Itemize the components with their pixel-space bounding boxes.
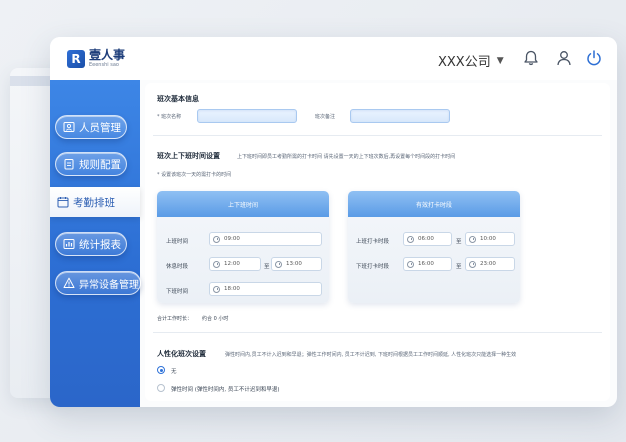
user-icon[interactable] [555, 49, 573, 67]
sidebar-item-personnel[interactable]: 人员管理 [55, 115, 127, 139]
option-flex-radio[interactable] [157, 384, 165, 392]
clock-icon [469, 235, 476, 243]
shift-name-label: * 班次名称 [157, 114, 182, 120]
main-content: 班次基本信息 * 班次名称 班次备注 班次上下班时间设置 上下班时间即员工考勤所… [145, 83, 610, 401]
clock-icon [213, 285, 220, 293]
time-setting-subtitle: * 设置该班次一天的需打卡的时间 [157, 172, 232, 178]
sidebar-item-device-exceptions[interactable]: 异常设备管理 [55, 271, 141, 295]
break-end-input[interactable]: 13:00 [271, 257, 322, 271]
humane-description: 弹性时间内,员工不计入迟到和早退；弹性工作时间内, 员工不计迟到, 下班时间根据… [225, 352, 517, 358]
bell-icon[interactable] [522, 49, 540, 67]
section-title-time: 班次上下班时间设置 [157, 152, 220, 160]
clock-in-window-label: 上班打卡时段 [356, 239, 390, 245]
punch-window-card: 有效打卡时段 上班打卡时段 06:00 至 10:00 下班打卡时段 16:00… [348, 191, 520, 303]
clock-icon [213, 235, 220, 243]
range-separator: 至 [456, 239, 462, 245]
break-period-label: 休息时段 [166, 264, 189, 270]
clock-in-start-input[interactable]: 06:00 [403, 232, 452, 246]
logo-mark: R [67, 49, 85, 68]
sidebar-item-label: 异常设备管理 [79, 279, 139, 291]
sidebar: 人员管理 规则配置 考勤排班 统计报表 异常设备管理 [50, 80, 141, 407]
clipboard-icon [64, 159, 74, 170]
range-separator: 至 [456, 264, 462, 270]
range-separator: 至 [264, 264, 270, 270]
end-time-input[interactable]: 18:00 [209, 282, 322, 296]
start-time-input[interactable]: 09:00 [209, 232, 322, 246]
card-header: 上下班时间 [157, 191, 329, 217]
shift-note-input[interactable] [350, 109, 450, 123]
shift-name-input[interactable] [197, 109, 297, 123]
clock-out-window-label: 下班打卡时段 [356, 264, 390, 270]
person-card-icon [63, 122, 75, 132]
divider [153, 332, 602, 333]
option-none-label: 无 [171, 369, 177, 375]
clock-icon [275, 260, 282, 268]
app-window: R 壹人事 Eeenshi sao XXX公司 ▼ 人员管理 规则配置 考勤排班… [50, 37, 617, 407]
clock-icon [213, 260, 220, 268]
break-start-input[interactable]: 12:00 [209, 257, 261, 271]
clock-icon [407, 235, 414, 243]
total-hours-label: 合计工作时长： [157, 316, 193, 322]
chevron-down-icon: ▼ [496, 55, 504, 66]
clock-out-end-input[interactable]: 23:00 [465, 257, 515, 271]
sidebar-item-label: 统计报表 [79, 238, 121, 251]
shift-note-label: 班次备注 [315, 114, 336, 120]
top-header: R 壹人事 Eeenshi sao XXX公司 ▼ [50, 37, 617, 80]
company-name: XXX公司 [438, 55, 491, 70]
sidebar-item-reports[interactable]: 统计报表 [55, 232, 127, 256]
calendar-icon [57, 197, 69, 208]
option-none-radio[interactable] [157, 366, 165, 374]
clock-icon [407, 260, 414, 268]
total-hours-value: 约合 0 小时 [202, 316, 229, 322]
logo: R 壹人事 Eeenshi sao [67, 49, 125, 68]
clock-icon [469, 260, 476, 268]
work-time-card: 上下班时间 上班时间 09:00 休息时段 12:00 至 13:00 下班时间… [157, 191, 329, 303]
logo-name: 壹人事 [89, 48, 126, 62]
option-flex-label: 弹性时间 (弹性时间内, 员工不计迟到和早退) [171, 387, 280, 393]
company-selector[interactable]: XXX公司 ▼ [438, 51, 504, 70]
sidebar-item-label: 规则配置 [79, 158, 121, 171]
logo-subtitle: Eeenshi sao [89, 62, 119, 68]
sidebar-item-label: 人员管理 [79, 121, 121, 134]
end-time-label: 下班时间 [166, 289, 189, 295]
chart-icon [63, 239, 75, 249]
section-title-basic: 班次基本信息 [157, 95, 199, 103]
time-setting-description: 上下班时间即员工考勤所需的打卡时间 请先设置一天的上下班次数后,再设置每个时间段… [237, 154, 456, 160]
sidebar-item-rules[interactable]: 规则配置 [55, 152, 127, 176]
sidebar-item-scheduling[interactable]: 考勤排班 [50, 187, 140, 217]
start-time-label: 上班时间 [166, 239, 189, 245]
clock-in-end-input[interactable]: 10:00 [465, 232, 515, 246]
card-header: 有效打卡时段 [348, 191, 520, 217]
power-icon[interactable] [585, 49, 603, 67]
divider [153, 135, 602, 136]
clock-out-start-input[interactable]: 16:00 [403, 257, 452, 271]
section-title-humane: 人性化班次设置 [157, 350, 206, 358]
sidebar-item-label: 考勤排班 [73, 196, 115, 209]
warning-icon [63, 277, 75, 288]
